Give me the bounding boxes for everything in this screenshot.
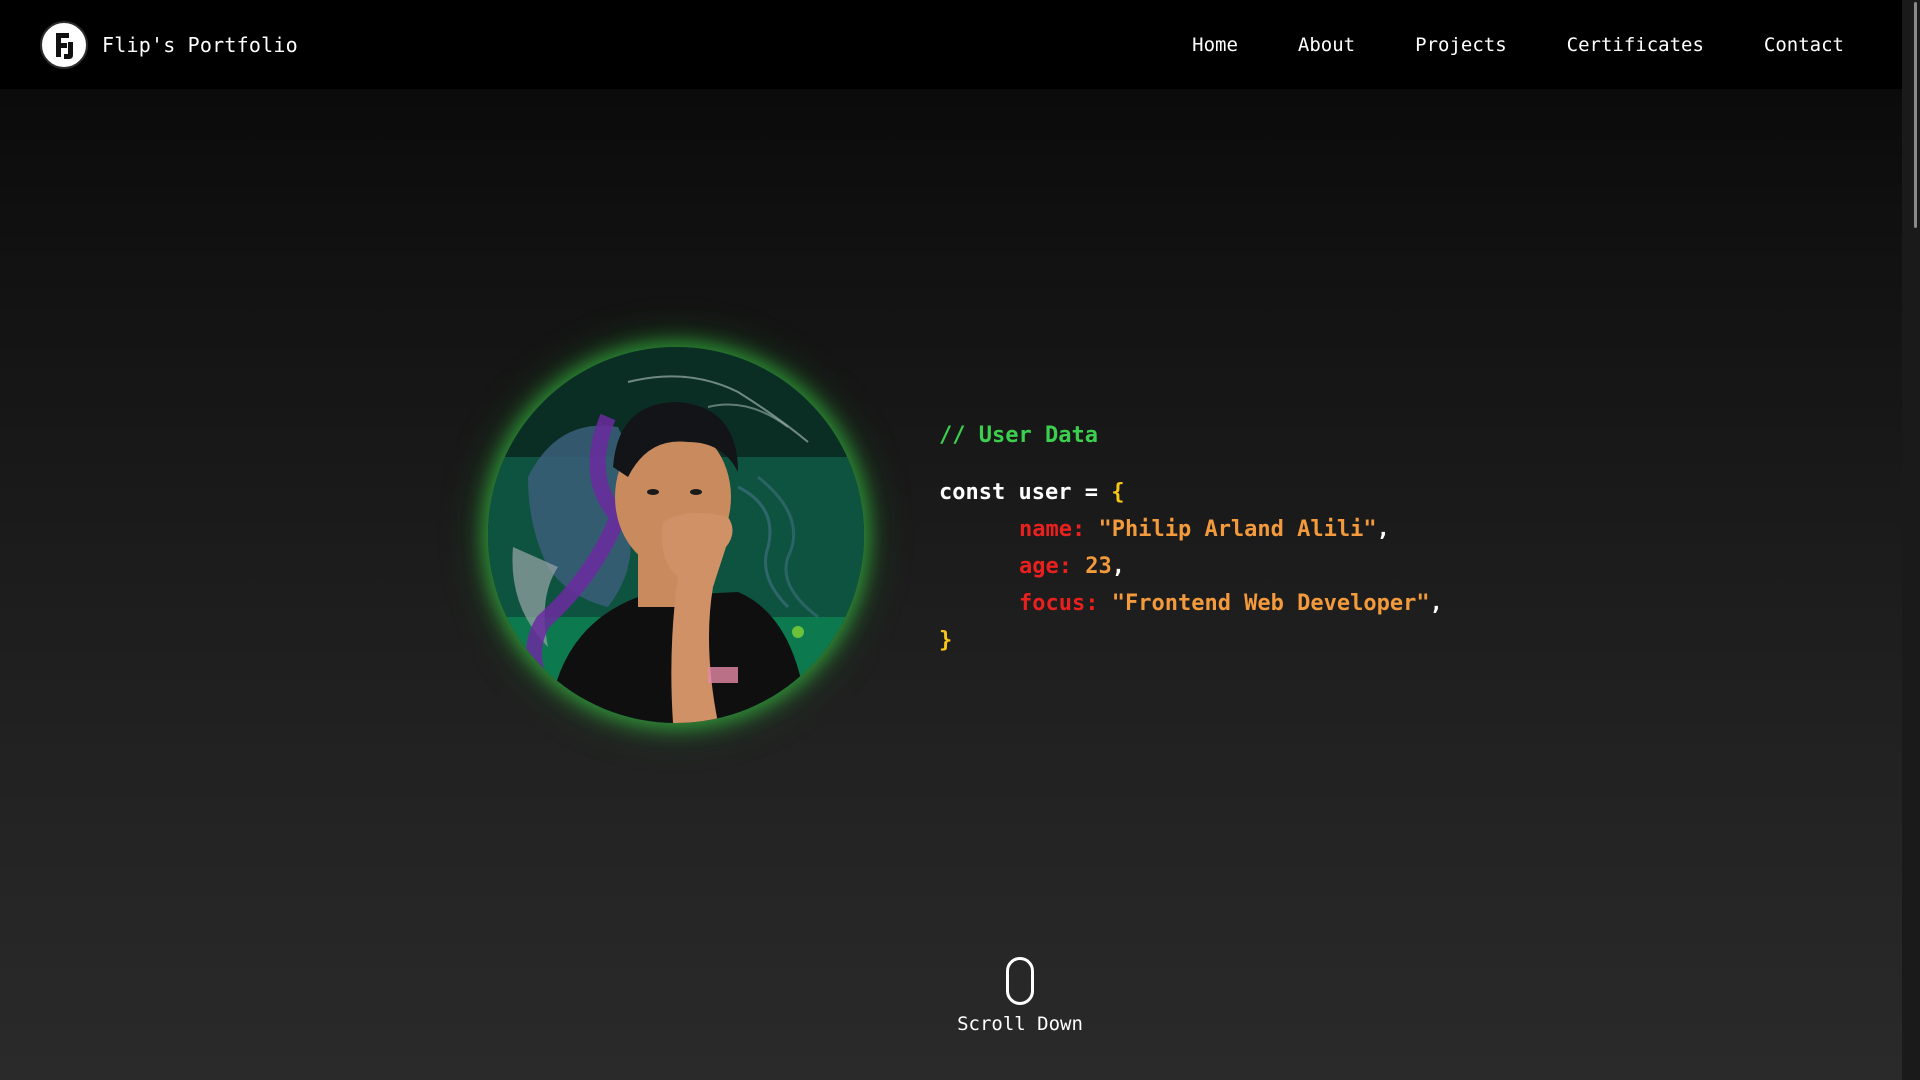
field-value: 23 [1085,554,1112,579]
code-variable: user [1018,480,1072,505]
field-comma: , [1429,591,1443,616]
code-field-name: name: "Philip Arland Alili", [939,511,1443,548]
field-value: "Frontend Web Developer" [1111,591,1430,616]
brand-link[interactable]: Flip's Portfolio [40,20,298,69]
field-comma: , [1376,517,1390,542]
code-field-focus: focus: "Frontend Web Developer", [939,585,1443,622]
nav-link-contact[interactable]: Contact [1764,34,1844,56]
field-key: focus: [1019,591,1099,616]
profile-photo [488,347,864,723]
scroll-label: Scroll Down [957,1013,1083,1035]
profile-illustration [488,347,864,723]
code-keyword: const [939,480,1006,505]
code-field-age: age: 23, [939,548,1443,585]
nav-links: Home About Projects Certificates Contact [1192,34,1844,56]
code-declaration-line: const user = { [939,474,1443,511]
field-key: name: [1019,517,1086,542]
page: Flip's Portfolio Home About Projects Cer… [0,0,1902,1080]
nav-link-certificates[interactable]: Certificates [1567,34,1704,56]
nav-link-projects[interactable]: Projects [1415,34,1507,56]
scroll-down-button[interactable]: Scroll Down [957,957,1083,1035]
logo-glyph [56,32,73,59]
code-snippet: // User Data const user = { name: "Phili… [939,417,1443,659]
nav-link-home[interactable]: Home [1192,34,1238,56]
field-value: "Philip Arland Alili" [1098,517,1377,542]
navbar: Flip's Portfolio Home About Projects Cer… [0,0,1902,89]
code-close-line: } [939,622,1443,659]
scrollbar-thumb[interactable] [1914,2,1917,228]
code-comment: // User Data [939,423,1098,448]
field-comma: , [1111,554,1125,579]
mouse-icon [1006,957,1034,1005]
code-close-brace: } [939,628,953,653]
code-open-brace: { [1111,480,1125,505]
page-scrollbar[interactable] [1902,0,1920,1080]
brand-name: Flip's Portfolio [102,32,298,57]
nav-link-about[interactable]: About [1298,34,1355,56]
fl-monogram-logo-icon [40,20,88,69]
field-key: age: [1019,554,1072,579]
hero-section: // User Data const user = { name: "Phili… [0,89,1902,1080]
code-equals: = [1084,480,1098,505]
